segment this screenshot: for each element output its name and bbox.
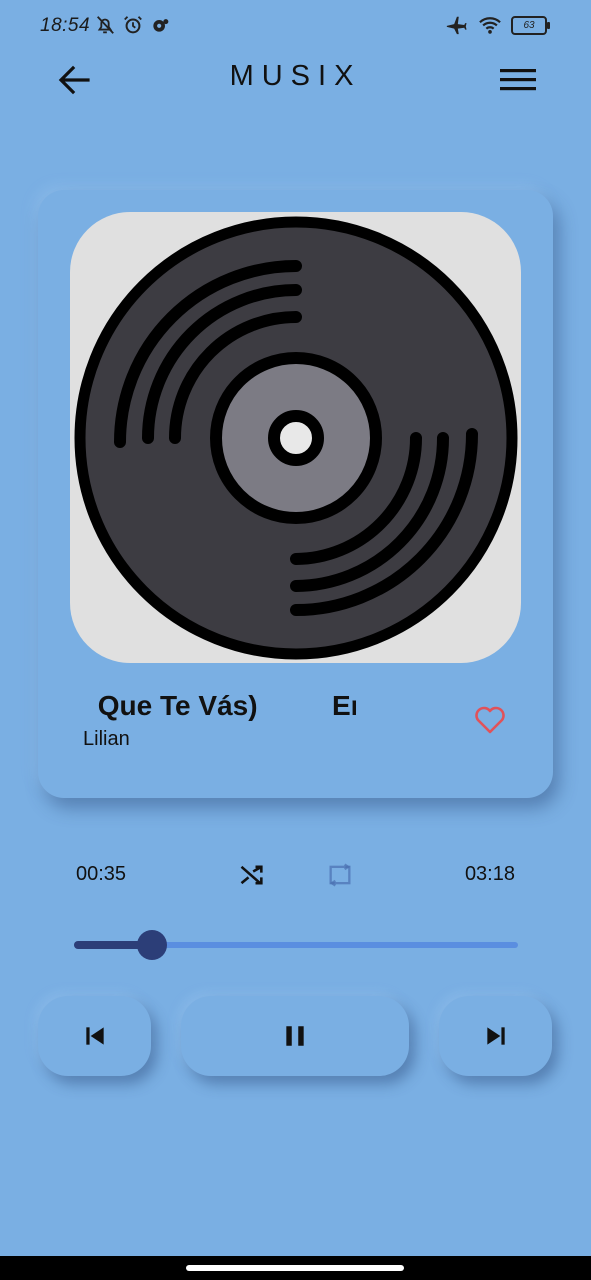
previous-button[interactable] (38, 996, 151, 1076)
now-playing-card: Que Te Vás) En Lilian (38, 190, 553, 798)
playback-info-row: 00:35 03:18 (0, 855, 591, 895)
current-time: 00:35 (76, 863, 127, 885)
airplane-icon (446, 16, 467, 35)
skip-next-icon (486, 1027, 505, 1045)
system-nav-bar (0, 1256, 591, 1280)
repeat-icon[interactable] (326, 861, 354, 889)
status-right-icons (443, 14, 503, 36)
status-time: 18:54 (40, 15, 91, 36)
menu-icon[interactable] (499, 64, 537, 96)
home-indicator[interactable] (186, 1265, 404, 1271)
pause-icon (286, 1026, 304, 1046)
heart-outline-icon[interactable] (473, 704, 507, 736)
pause-button[interactable] (181, 996, 409, 1076)
shuffle-icon[interactable] (238, 861, 266, 889)
next-button[interactable] (439, 996, 552, 1076)
seek-bar[interactable] (74, 930, 518, 960)
status-bar: 18:54 63 (0, 0, 591, 52)
battery-icon: 63 (511, 16, 550, 35)
album-artwork (70, 212, 521, 663)
bell-off-icon (97, 16, 114, 34)
skip-previous-icon (85, 1027, 104, 1045)
wifi-icon (479, 17, 501, 34)
app-icon (153, 19, 169, 32)
seek-thumb[interactable] (137, 930, 168, 960)
alarm-icon (124, 16, 142, 34)
artist-name: Lilian (83, 728, 130, 750)
song-title: Que Te Vás) (90, 690, 258, 721)
total-time: 03:18 (464, 863, 515, 885)
vinyl-record-icon (74, 216, 518, 660)
status-left-icons (94, 14, 170, 36)
app-bar: MUSIX (0, 52, 591, 108)
song-title-scroll: En (332, 690, 356, 721)
